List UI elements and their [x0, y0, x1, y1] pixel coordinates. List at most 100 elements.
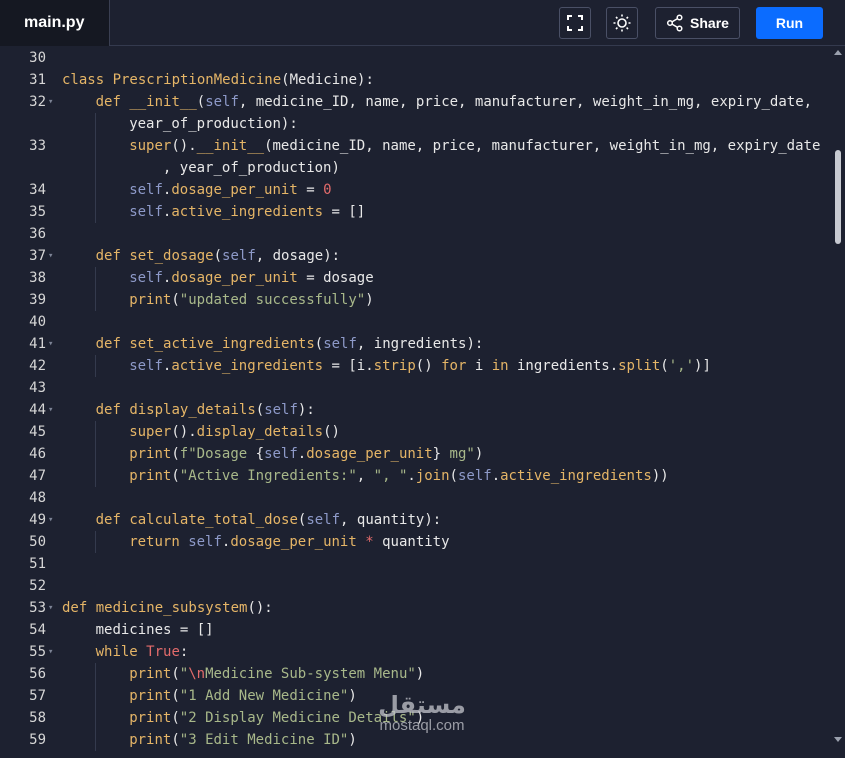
code-token: dosage_per_unit — [171, 270, 298, 286]
code-line: 34 self.dosage_per_unit = 0 — [0, 179, 830, 201]
file-tab-main-py[interactable]: main.py — [0, 0, 110, 46]
indent-guide — [94, 113, 96, 135]
code-line: 36 — [0, 223, 830, 245]
line-number: 51 — [29, 556, 46, 572]
code-line: 54 medicines = [] — [0, 619, 830, 641]
code-line: 38 self.dosage_per_unit = dosage — [0, 267, 830, 289]
code-token: i — [466, 358, 492, 374]
code-token: self — [129, 182, 163, 198]
line-number: 55 — [29, 644, 46, 660]
code-token: self — [457, 468, 492, 484]
code-token: (). — [171, 424, 197, 440]
code-token: self — [129, 270, 163, 286]
code-text: , year_of_production) — [129, 157, 340, 179]
code-token: print — [129, 446, 172, 462]
fold-arrow-icon[interactable]: ▾ — [48, 597, 53, 619]
code-token: active_ingredients — [500, 468, 652, 484]
line-number: 31 — [29, 72, 46, 88]
fold-arrow-icon[interactable]: ▾ — [48, 333, 53, 355]
line-number: 49 — [29, 512, 46, 528]
code-token: print — [129, 710, 172, 726]
code-token: self — [323, 336, 357, 352]
line-number: 50 — [29, 534, 46, 550]
line-number: 36 — [29, 226, 46, 242]
code-token: calculate_total_dose — [129, 512, 298, 528]
scroll-up-arrow-icon[interactable] — [834, 50, 842, 55]
code-token: ingredients. — [508, 358, 619, 374]
fold-arrow-icon[interactable]: ▾ — [48, 91, 53, 113]
code-token: super — [129, 424, 172, 440]
code-text: while True: — [96, 641, 189, 663]
code-token: : — [179, 644, 189, 660]
share-icon — [666, 14, 683, 32]
code-token: self — [205, 94, 239, 110]
code-token: ", " — [373, 468, 408, 484]
code-token: ( — [171, 446, 180, 462]
code-token: self — [129, 204, 163, 220]
code-token: set_active_ingredients — [129, 336, 315, 352]
share-button-label: Share — [690, 15, 729, 31]
code-token: dosage_per_unit — [171, 182, 298, 198]
code-line: , year_of_production) — [0, 157, 830, 179]
code-line: 41 ▾ def set_active_ingredients(self, ingr… — [0, 333, 830, 355]
line-number: 54 — [29, 622, 46, 638]
code-token: Medicine Sub-system Menu" — [205, 666, 416, 682]
code-token: def — [95, 512, 130, 528]
fold-arrow-icon[interactable]: ▾ — [48, 641, 53, 663]
code-token: medicine_subsystem — [95, 600, 248, 616]
code-token: ) — [348, 688, 357, 704]
code-text: year_of_production): — [129, 113, 298, 135]
code-token: = [i. — [323, 358, 374, 374]
fold-arrow-icon[interactable]: ▾ — [48, 245, 53, 267]
theme-toggle-button[interactable] — [606, 7, 638, 39]
code-token: " — [179, 666, 189, 682]
code-line: 46 print(f"Dosage {self.dosage_per_unit} … — [0, 443, 830, 465]
code-token: (). — [171, 138, 197, 154]
share-button[interactable]: Share — [655, 7, 740, 39]
code-editor[interactable]: 30 31 class PrescriptionMedicine(Medicine)… — [0, 46, 845, 758]
code-text: print("1 Add New Medicine") — [129, 685, 357, 707]
code-text: self.dosage_per_unit = 0 — [129, 179, 331, 201]
code-token: display_details — [196, 424, 324, 440]
code-token: () — [415, 358, 442, 374]
code-token: , medicine_ID, name, price, manufacturer… — [238, 94, 813, 110]
indent-guide — [94, 443, 96, 465]
code-text: class PrescriptionMedicine(Medicine): — [62, 69, 374, 91]
code-token: def — [95, 336, 130, 352]
code-text: print(f"Dosage {self.dosage_per_unit} mg… — [129, 443, 483, 465]
watermark-arabic-text: مستقل — [378, 691, 466, 719]
code-token: , quantity): — [340, 512, 442, 528]
code-text: def set_dosage(self, dosage): — [96, 245, 340, 267]
indent-guide — [94, 201, 96, 223]
code-token: ( — [171, 292, 180, 308]
scroll-down-arrow-icon[interactable] — [834, 737, 842, 742]
code-token: __init__ — [129, 94, 197, 110]
indent-guide — [94, 465, 96, 487]
fold-arrow-icon[interactable]: ▾ — [48, 509, 53, 531]
code-token: print — [129, 292, 172, 308]
code-token: mg" — [441, 446, 475, 462]
line-number: 59 — [29, 732, 46, 748]
line-number: 41 — [29, 336, 46, 352]
code-token: { — [255, 446, 265, 462]
code-line: 45 super().display_details() — [0, 421, 830, 443]
run-button[interactable]: Run — [756, 7, 823, 39]
code-line: 40 — [0, 311, 830, 333]
code-token: self — [129, 358, 163, 374]
code-token: ) — [365, 292, 374, 308]
code-line: 33 super().__init__(medicine_ID, name, pr… — [0, 135, 830, 157]
line-number: 37 — [29, 248, 46, 264]
code-line: 35 self.active_ingredients = [] — [0, 201, 830, 223]
fullscreen-button[interactable] — [559, 7, 591, 39]
code-token: print — [129, 468, 172, 484]
code-line: 49 ▾ def calculate_total_dose(self, quanti… — [0, 509, 830, 531]
indent-guide — [94, 135, 96, 157]
code-token: ( — [171, 666, 180, 682]
scrollbar-thumb[interactable] — [835, 150, 841, 244]
fold-arrow-icon[interactable]: ▾ — [48, 399, 53, 421]
code-token: , dosage): — [255, 248, 341, 264]
code-token: 0 — [323, 182, 332, 198]
code-token: class — [62, 72, 113, 88]
code-token: active_ingredients — [171, 358, 324, 374]
code-token: print — [129, 666, 172, 682]
